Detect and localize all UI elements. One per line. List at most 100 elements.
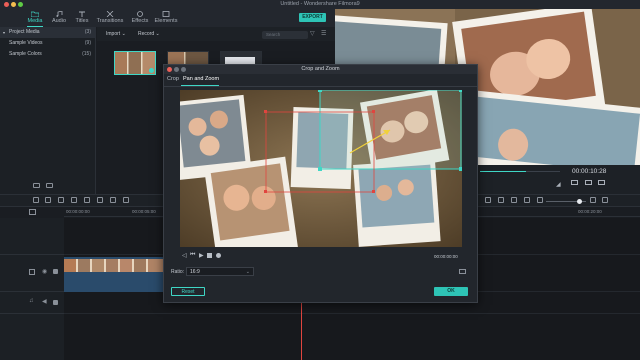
tab-elements[interactable]: Elements bbox=[154, 10, 178, 26]
render-icon[interactable] bbox=[598, 180, 605, 185]
tab-media[interactable]: Media bbox=[27, 10, 43, 27]
tab-elements-label: Elements bbox=[154, 18, 178, 24]
speed-icon[interactable] bbox=[97, 197, 103, 203]
delete-icon[interactable] bbox=[58, 197, 64, 203]
tab-effects-label: Effects bbox=[131, 18, 149, 24]
dialog-time: 00:00:00:00 bbox=[434, 254, 458, 259]
color-icon[interactable] bbox=[110, 197, 116, 203]
audio-mixer-icon[interactable] bbox=[123, 197, 129, 203]
tab-crop[interactable]: Crop bbox=[167, 76, 179, 85]
chevron-down-icon: ⌄ bbox=[155, 31, 160, 37]
ratio-select[interactable]: 16:9 ⌄ bbox=[186, 267, 254, 276]
record-icon[interactable] bbox=[216, 253, 221, 258]
folder-icon bbox=[31, 11, 39, 17]
preview-time: 00:00:10:28 bbox=[572, 168, 607, 175]
library-item-label: Sample Colors bbox=[9, 51, 42, 57]
mic-icon[interactable] bbox=[511, 197, 517, 203]
chevron-down-icon: ⌄ bbox=[121, 31, 126, 37]
elements-icon bbox=[162, 11, 170, 17]
library-item-label: Project Media bbox=[9, 29, 40, 35]
tab-effects[interactable]: Effects bbox=[130, 10, 150, 26]
preview-progress-bar[interactable] bbox=[480, 171, 560, 172]
zoom-out-icon[interactable] bbox=[537, 197, 543, 203]
tab-pan-and-zoom[interactable]: Pan and Zoom bbox=[183, 76, 219, 85]
import-label: Import bbox=[106, 31, 121, 37]
fit-frame-icon[interactable] bbox=[459, 269, 466, 274]
export-button[interactable]: EXPORT bbox=[299, 13, 326, 22]
speaker-icon[interactable]: ◀ bbox=[42, 298, 47, 305]
library-item-count: (15) bbox=[82, 51, 91, 57]
window-title: Untitled - Wondershare Filmora9 bbox=[280, 1, 360, 7]
tab-transitions-label: Transitions bbox=[96, 18, 124, 24]
pan-zoom-canvas[interactable] bbox=[180, 90, 462, 247]
chevron-down-icon: ⌄ bbox=[245, 269, 250, 275]
record-button[interactable]: Record ⌄ bbox=[138, 31, 160, 37]
undo-icon[interactable] bbox=[33, 197, 39, 203]
tab-titles[interactable]: Titles bbox=[74, 10, 90, 26]
step-back-icon[interactable]: ⏮ bbox=[190, 252, 195, 259]
effects-icon bbox=[137, 11, 143, 17]
snap-icon[interactable] bbox=[524, 197, 530, 203]
ratio-label: Ratio: bbox=[171, 269, 185, 275]
import-button[interactable]: Import ⌄ bbox=[106, 31, 126, 37]
previous-frame-icon[interactable]: ◁ bbox=[182, 252, 187, 259]
fullscreen-icon[interactable] bbox=[585, 180, 592, 185]
video-track-icon bbox=[29, 269, 35, 275]
filmora-app: Untitled - Wondershare Filmora9 Media Au… bbox=[0, 0, 640, 360]
media-thumbnail[interactable] bbox=[114, 51, 156, 75]
redo-icon[interactable] bbox=[45, 197, 51, 203]
canvas-image bbox=[180, 90, 462, 247]
voiceover-icon[interactable] bbox=[498, 197, 504, 203]
track-area-filler bbox=[64, 314, 640, 360]
lock-icon[interactable] bbox=[53, 300, 58, 305]
library-item-label: Sample Videos bbox=[9, 40, 43, 46]
dialog-title: Crop and Zoom bbox=[301, 66, 340, 72]
grid-view-icon[interactable]: ☰ bbox=[321, 30, 326, 37]
play-icon[interactable]: ▶ bbox=[199, 252, 204, 259]
tab-audio[interactable]: Audio bbox=[51, 10, 67, 26]
zoom-in-icon[interactable] bbox=[590, 197, 596, 203]
snapshot-icon[interactable] bbox=[571, 180, 578, 185]
crop-and-zoom-dialog: Crop and Zoom Crop Pan and Zoom ◁ ⏮ ▶ 00… bbox=[163, 64, 478, 303]
volume-icon[interactable]: ◢ bbox=[556, 181, 561, 188]
library-item-sample-videos[interactable]: Sample Videos (9) bbox=[0, 38, 96, 49]
tab-audio-label: Audio bbox=[51, 18, 67, 24]
top-nav: Media Audio Titles Transitions Effects E… bbox=[0, 9, 335, 27]
eye-icon[interactable]: ◉ bbox=[42, 268, 47, 275]
library-item-sample-colors[interactable]: Sample Colors (15) bbox=[0, 49, 96, 60]
stop-icon[interactable] bbox=[207, 253, 212, 258]
tab-media-label: Media bbox=[27, 18, 43, 24]
tab-titles-label: Titles bbox=[75, 18, 89, 24]
filter-icon[interactable]: ▽ bbox=[310, 30, 315, 37]
track-header-filler bbox=[0, 314, 64, 360]
track-header-video: ◉ bbox=[0, 255, 64, 292]
media-library-sidebar: ▾ Project Media (3) Sample Videos (9) Sa… bbox=[0, 27, 96, 194]
library-item-project-media[interactable]: ▾ Project Media (3) bbox=[0, 27, 96, 38]
reset-button[interactable]: Reset bbox=[171, 287, 205, 296]
music-note-icon bbox=[56, 11, 63, 17]
text-icon bbox=[79, 11, 85, 17]
marker-icon[interactable] bbox=[485, 197, 491, 203]
dialog-title-bar: Crop and Zoom bbox=[164, 65, 477, 74]
chevron-down-icon: ▾ bbox=[3, 30, 6, 35]
transition-icon bbox=[106, 11, 114, 17]
record-label: Record bbox=[138, 31, 155, 37]
dialog-playback-controls: ◁ ⏮ ▶ bbox=[180, 252, 462, 261]
ok-button[interactable]: OK bbox=[434, 287, 468, 296]
folder-icon[interactable] bbox=[46, 183, 53, 188]
ruler-time: 00:00:05:00 bbox=[132, 209, 156, 214]
music-note-icon: ♫ bbox=[29, 298, 34, 304]
checkmark-icon bbox=[149, 68, 154, 73]
lock-icon[interactable] bbox=[53, 269, 58, 274]
new-folder-icon[interactable] bbox=[33, 183, 40, 188]
divider bbox=[164, 86, 477, 87]
cut-icon[interactable] bbox=[71, 197, 77, 203]
library-item-count: (9) bbox=[84, 40, 91, 46]
end-frame-box bbox=[319, 90, 462, 170]
crop-icon[interactable] bbox=[84, 197, 90, 203]
search-input[interactable]: Search bbox=[262, 31, 308, 39]
add-track-icon[interactable] bbox=[29, 209, 36, 215]
timeline-zoom-handle[interactable] bbox=[577, 199, 582, 204]
fit-timeline-icon[interactable] bbox=[602, 197, 608, 203]
tab-transitions[interactable]: Transitions bbox=[95, 10, 125, 26]
